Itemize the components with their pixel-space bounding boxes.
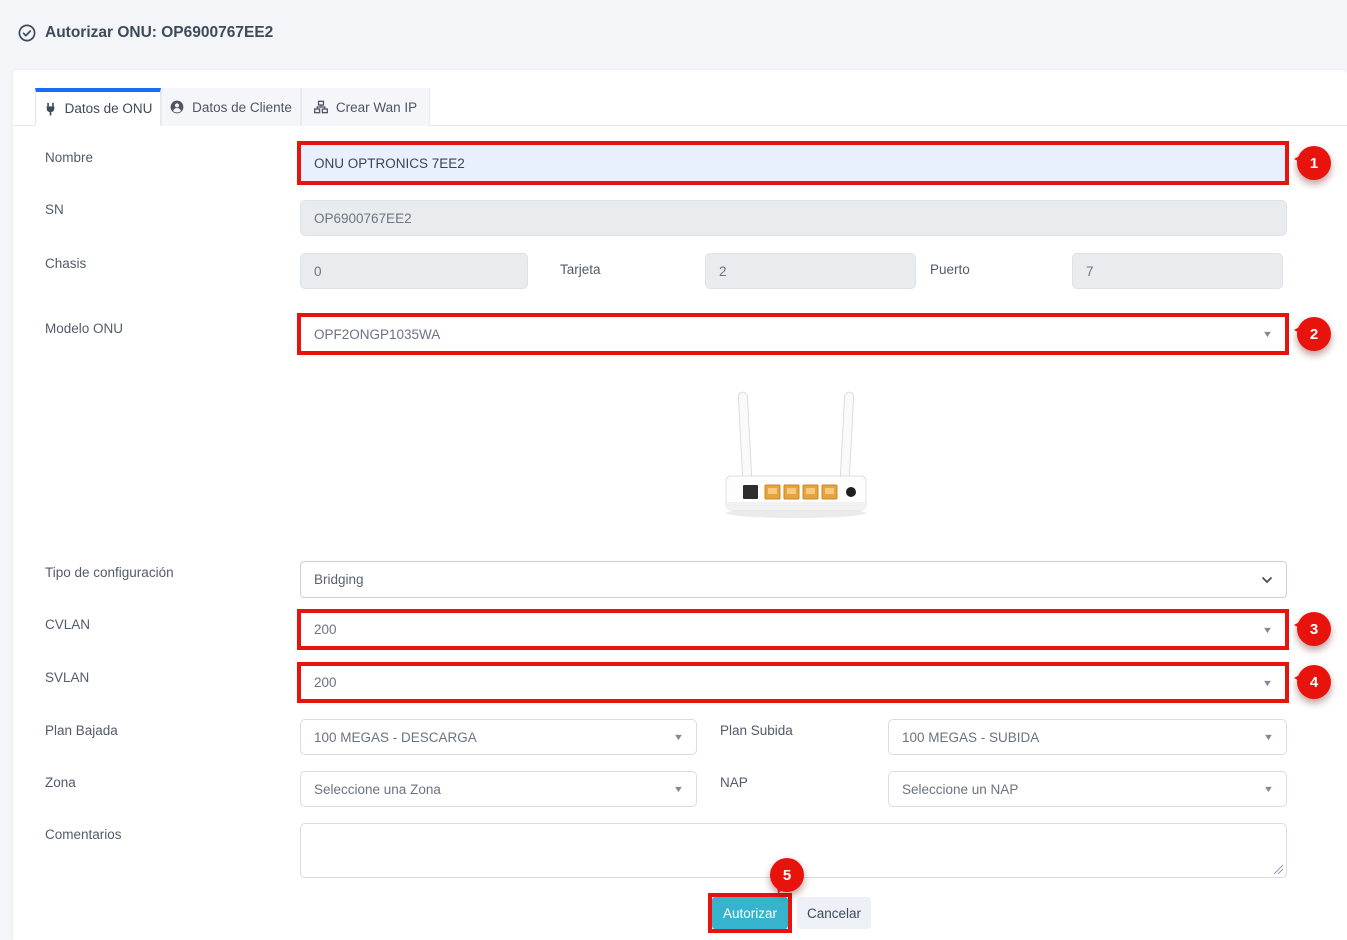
cancelar-button[interactable]: Cancelar bbox=[797, 897, 871, 929]
modelo-onu-select[interactable]: OPF2ONGP1035WA ▼ bbox=[301, 317, 1285, 351]
zona-placeholder: Seleccione una Zona bbox=[314, 782, 441, 797]
sn-label: SN bbox=[45, 202, 64, 217]
nombre-input[interactable] bbox=[301, 145, 1285, 181]
nombre-label: Nombre bbox=[45, 150, 93, 165]
step-badge-1: 1 bbox=[1297, 146, 1331, 180]
tipo-configuracion-label: Tipo de configuración bbox=[45, 565, 174, 580]
plan-subida-label: Plan Subida bbox=[720, 723, 793, 738]
page-title-text: Autorizar ONU: OP6900767EE2 bbox=[45, 24, 273, 42]
step-badge-5: 5 bbox=[770, 858, 804, 892]
page-title: Autorizar ONU: OP6900767EE2 bbox=[18, 24, 273, 42]
cvlan-select[interactable]: 200 ▼ bbox=[301, 613, 1285, 646]
caret-down-icon: ▼ bbox=[1263, 732, 1274, 742]
chasis-label: Chasis bbox=[45, 256, 86, 271]
autorizar-button[interactable]: Autorizar bbox=[712, 897, 788, 929]
plan-bajada-select[interactable]: 100 MEGAS - DESCARGA ▼ bbox=[300, 719, 697, 755]
tipo-configuracion-select[interactable]: Bridging bbox=[300, 561, 1287, 598]
step-badge-4: 4 bbox=[1297, 665, 1331, 699]
tab-label: Datos de ONU bbox=[65, 101, 153, 116]
plan-subida-value: 100 MEGAS - SUBIDA bbox=[902, 730, 1039, 745]
svlan-label: SVLAN bbox=[45, 670, 89, 685]
plug-icon bbox=[44, 102, 57, 116]
tarjeta-input bbox=[705, 253, 916, 289]
step-badge-2: 2 bbox=[1297, 317, 1331, 351]
tarjeta-label: Tarjeta bbox=[560, 262, 601, 277]
annotation-box-4: 200 ▼ bbox=[297, 662, 1289, 703]
tab-label: Datos de Cliente bbox=[192, 100, 292, 115]
sn-input bbox=[300, 200, 1287, 236]
caret-down-icon: ▼ bbox=[673, 784, 684, 794]
plan-subida-select[interactable]: 100 MEGAS - SUBIDA ▼ bbox=[888, 719, 1287, 755]
plan-bajada-label: Plan Bajada bbox=[45, 723, 118, 738]
chevron-down-icon bbox=[1261, 576, 1273, 584]
nap-label: NAP bbox=[720, 775, 748, 790]
caret-down-icon: ▼ bbox=[1263, 784, 1274, 794]
tab-crear-wan-ip[interactable]: Crear Wan IP bbox=[301, 88, 430, 126]
puerto-input bbox=[1072, 253, 1283, 289]
plan-bajada-value: 100 MEGAS - DESCARGA bbox=[314, 730, 477, 745]
comentarios-label: Comentarios bbox=[45, 827, 122, 842]
tipo-configuracion-value: Bridging bbox=[314, 572, 364, 587]
onu-router-image bbox=[710, 390, 882, 522]
step-badge-3: 3 bbox=[1297, 612, 1331, 646]
annotation-box-2: OPF2ONGP1035WA ▼ bbox=[297, 313, 1289, 355]
nap-placeholder: Seleccione un NAP bbox=[902, 782, 1018, 797]
modelo-onu-label: Modelo ONU bbox=[45, 321, 123, 336]
annotation-box-1 bbox=[297, 141, 1289, 185]
user-circle-icon bbox=[170, 100, 184, 114]
sitemap-icon bbox=[314, 100, 328, 114]
zona-label: Zona bbox=[45, 775, 76, 790]
caret-down-icon: ▼ bbox=[1262, 678, 1273, 688]
cvlan-label: CVLAN bbox=[45, 617, 90, 632]
caret-down-icon: ▼ bbox=[1262, 329, 1273, 339]
caret-down-icon: ▼ bbox=[673, 732, 684, 742]
nap-select[interactable]: Seleccione un NAP ▼ bbox=[888, 771, 1287, 807]
tab-datos-de-onu[interactable]: Datos de ONU bbox=[35, 88, 161, 126]
zona-select[interactable]: Seleccione una Zona ▼ bbox=[300, 771, 697, 807]
check-circle-icon bbox=[18, 24, 36, 42]
tab-label: Crear Wan IP bbox=[336, 100, 417, 115]
puerto-label: Puerto bbox=[930, 262, 970, 277]
annotation-box-3: 200 ▼ bbox=[297, 609, 1289, 650]
svlan-select[interactable]: 200 ▼ bbox=[301, 666, 1285, 699]
cvlan-value: 200 bbox=[314, 622, 337, 637]
tab-datos-de-cliente[interactable]: Datos de Cliente bbox=[161, 88, 301, 126]
svlan-value: 200 bbox=[314, 675, 337, 690]
modelo-onu-value: OPF2ONGP1035WA bbox=[314, 327, 440, 342]
chasis-input bbox=[300, 253, 528, 289]
caret-down-icon: ▼ bbox=[1262, 625, 1273, 635]
